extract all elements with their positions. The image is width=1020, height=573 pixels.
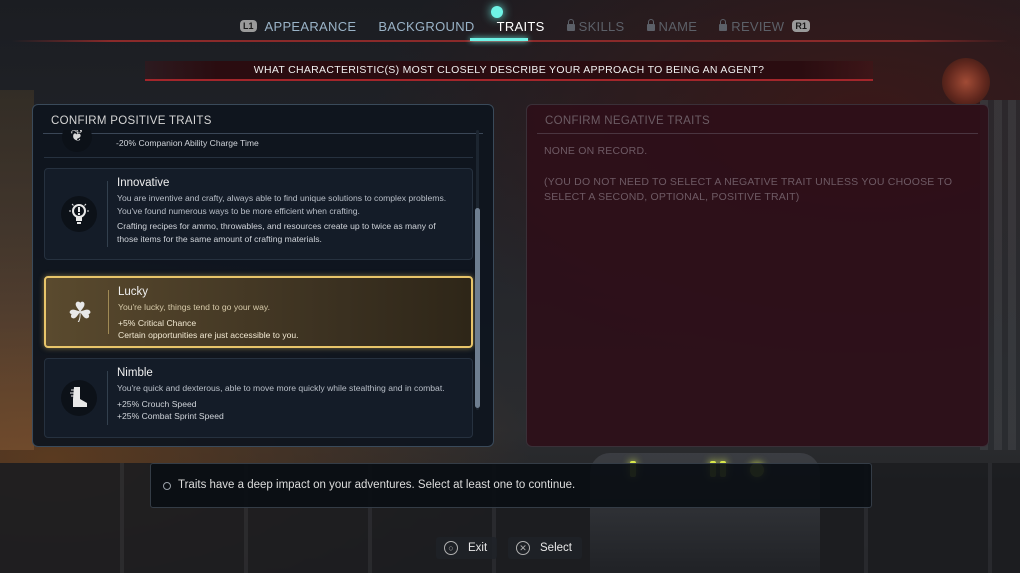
trait-description: You're lucky, things tend to go your way…: [118, 302, 270, 312]
trait-name: Lucky: [118, 286, 149, 298]
trait-bonus: Crafting recipes for ammo, throwables, a…: [117, 221, 436, 244]
active-tab-underline: [470, 38, 528, 41]
tab-review[interactable]: REVIEW: [719, 19, 784, 34]
trait-card-nimble[interactable]: Nimble You're quick and dexterous, able …: [44, 358, 473, 438]
background-wall-left: [0, 90, 34, 450]
trait-bonus: +25% Crouch Speed: [117, 398, 197, 409]
lock-icon: [566, 19, 575, 31]
crest-icon: ❦: [62, 130, 92, 152]
exit-button[interactable]: ○ Exit: [436, 537, 498, 559]
trait-card-partial[interactable]: ❦ -20% Companion Ability Charge Time: [44, 130, 473, 158]
trait-name: Nimble: [117, 367, 153, 379]
r1-button-icon[interactable]: R1: [792, 20, 810, 32]
trait-divider: [108, 290, 109, 334]
info-icon: [163, 482, 171, 490]
trait-divider: [107, 181, 108, 247]
trait-description: You are inventive and crafty, always abl…: [117, 193, 447, 216]
active-step-orb-icon: [491, 6, 503, 18]
tab-skills-label: SKILLS: [578, 18, 625, 34]
scrollbar-thumb[interactable]: [475, 208, 480, 408]
cross-button-icon: ✕: [516, 541, 530, 555]
trait-bonus: +5% Critical Chance: [118, 317, 197, 328]
tab-skills[interactable]: SKILLS: [566, 18, 625, 34]
lock-icon: [646, 19, 655, 31]
top-navigation: L1 APPEARANCE BACKGROUND TRAITS SKILLS N…: [0, 0, 1020, 42]
step-tabs: L1 APPEARANCE BACKGROUND TRAITS SKILLS N…: [240, 18, 810, 34]
negative-note-text: (YOU DO NOT NEED TO SELECT A NEGATIVE TR…: [544, 176, 953, 203]
clover-icon: ☘: [67, 296, 93, 328]
trait-card-innovative[interactable]: Innovative You are inventive and crafty,…: [44, 168, 473, 260]
tab-name-label: NAME: [658, 18, 698, 34]
negative-none-text: NONE ON RECORD.: [544, 145, 648, 157]
lock-icon: [719, 19, 728, 31]
tab-name[interactable]: NAME: [646, 18, 698, 34]
l1-button-icon[interactable]: L1: [240, 20, 257, 32]
exit-label: Exit: [468, 542, 488, 554]
trait-name: Innovative: [117, 177, 170, 189]
hint-text: Traits have a deep impact on your advent…: [178, 479, 576, 491]
negative-panel-title: CONFIRM NEGATIVE TRAITS: [545, 115, 710, 127]
lightbulb-icon: [61, 196, 97, 232]
question-banner: WHAT CHARACTERISTIC(S) MOST CLOSELY DESC…: [145, 61, 873, 81]
trait-divider: [107, 371, 108, 425]
trait-card-lucky[interactable]: ☘ Lucky You're lucky, things tend to go …: [44, 276, 473, 348]
tab-review-label: REVIEW: [731, 18, 785, 34]
tab-traits[interactable]: TRAITS: [497, 19, 545, 34]
faction-emblem-icon: [942, 58, 990, 106]
select-button[interactable]: ✕ Select: [508, 537, 582, 559]
trait-bonus: +25% Combat Sprint Speed: [117, 411, 224, 421]
boot-icon: [61, 380, 97, 416]
select-label: Select: [540, 542, 572, 554]
circle-button-icon: ○: [444, 541, 458, 555]
trait-description: You're quick and dexterous, able to move…: [117, 383, 445, 393]
positive-panel-title: CONFIRM POSITIVE TRAITS: [51, 115, 212, 127]
tab-appearance[interactable]: APPEARANCE: [265, 19, 357, 34]
tab-background[interactable]: BACKGROUND: [378, 19, 474, 34]
trait-bonus: Certain opportunities are just accessibl…: [118, 330, 299, 340]
trait-bonus: -20% Companion Ability Charge Time: [116, 138, 259, 148]
hint-bar: Traits have a deep impact on your advent…: [150, 463, 872, 508]
panel-divider: [537, 133, 978, 134]
